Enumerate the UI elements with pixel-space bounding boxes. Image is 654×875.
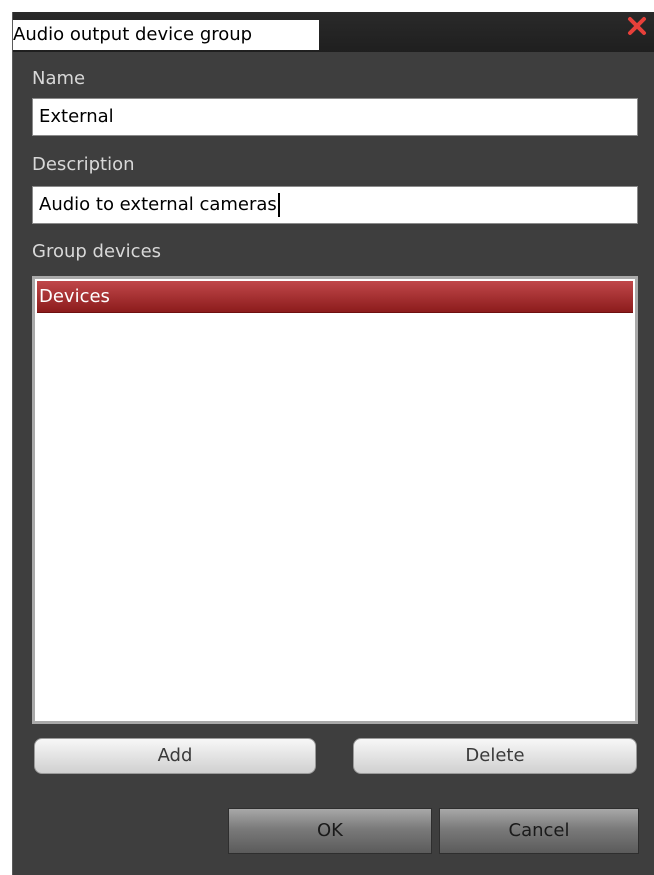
description-field[interactable]: Audio to external cameras [32,186,638,224]
audio-output-device-group-dialog: Audio output device group Name External … [12,12,654,875]
name-field[interactable]: External [32,98,638,136]
cancel-button[interactable]: Cancel [439,808,639,854]
description-label: Description [32,154,135,175]
add-button[interactable]: Add [34,738,316,774]
window-title: Audio output device group [13,20,319,50]
name-value: External [39,106,114,127]
titlebar: Audio output device group [13,12,654,52]
list-item-devices[interactable]: Devices [37,281,633,313]
group-devices-label: Group devices [32,241,162,262]
description-value: Audio to external cameras [39,194,277,215]
close-icon[interactable] [626,15,648,37]
name-label: Name [32,68,86,89]
ok-button[interactable]: OK [228,808,432,854]
group-devices-list[interactable]: Devices [32,276,638,724]
text-caret [277,193,280,217]
delete-button[interactable]: Delete [353,738,637,774]
